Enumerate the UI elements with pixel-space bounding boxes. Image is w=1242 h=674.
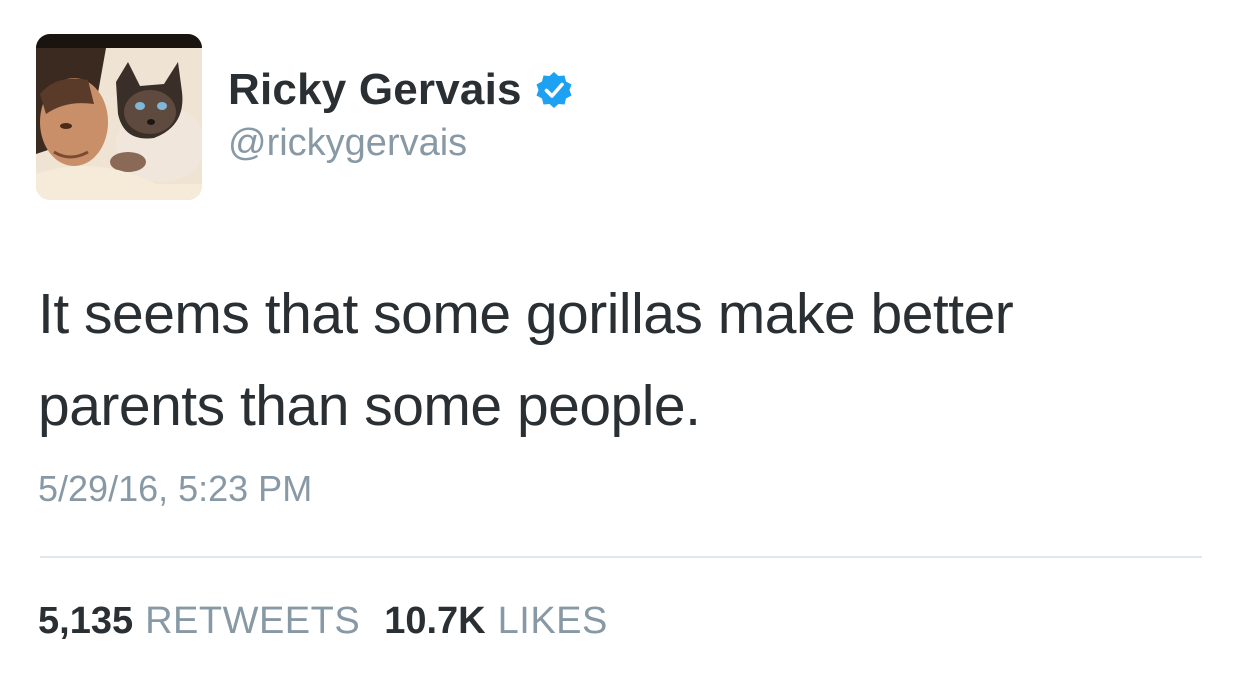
likes-stat[interactable]: 10.7K LIKES — [384, 600, 608, 643]
verified-badge-icon — [534, 70, 574, 110]
divider — [40, 556, 1202, 558]
name-row: Ricky Gervais — [228, 62, 574, 118]
tweet-text-line: parents than some people. — [38, 374, 701, 438]
tweet-card: Ricky Gervais @rickygervais It seems tha… — [0, 0, 1242, 674]
tweet-stats: 5,135 RETWEETS 10.7K LIKES — [38, 600, 632, 643]
likes-label: LIKES — [497, 600, 608, 642]
avatar[interactable] — [36, 34, 202, 200]
retweets-label: RETWEETS — [145, 600, 361, 642]
author-display-name[interactable]: Ricky Gervais — [228, 65, 522, 115]
retweets-stat[interactable]: 5,135 RETWEETS — [38, 600, 360, 643]
author-block: Ricky Gervais @rickygervais — [228, 62, 574, 165]
avatar-photo — [36, 34, 202, 200]
tweet-timestamp[interactable]: 5/29/16, 5:23 PM — [38, 468, 312, 510]
retweets-count: 5,135 — [38, 600, 134, 642]
tweet-text: It seems that some gorillas make better … — [38, 268, 1208, 452]
tweet-text-line: It seems that some gorillas make better — [38, 282, 1014, 346]
likes-count: 10.7K — [384, 600, 486, 642]
author-handle[interactable]: @rickygervais — [228, 122, 574, 165]
